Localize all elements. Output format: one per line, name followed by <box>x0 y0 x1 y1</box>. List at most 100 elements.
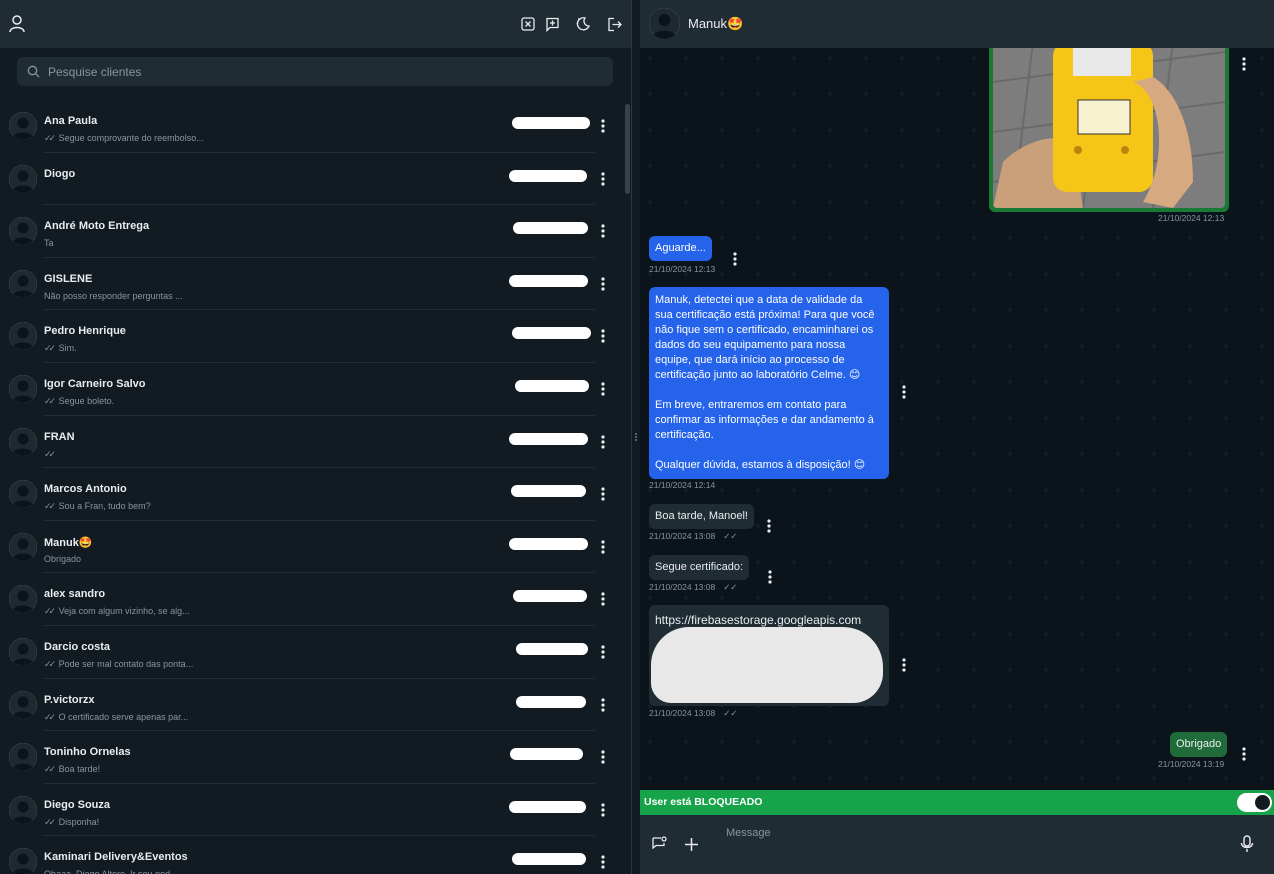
user-icon[interactable] <box>7 14 27 34</box>
message-timestamp: 21/10/2024 13:08 ✓✓ <box>649 582 738 592</box>
chat-list-scrollbar[interactable] <box>625 104 630 194</box>
message-menu-icon[interactable] <box>898 384 910 400</box>
message-bubble[interactable]: Segue certificado: <box>649 555 750 580</box>
message-bubble-outgoing[interactable]: Aguarde... <box>649 236 712 261</box>
microphone-icon[interactable] <box>1237 834 1257 854</box>
image-message[interactable] <box>989 48 1229 212</box>
chat-list-item[interactable]: alex sandro ✓✓ Veja com algum vizinho, s… <box>0 573 622 626</box>
theme-icon[interactable] <box>573 14 593 34</box>
message-link[interactable]: https://firebasestorage.googleapis.com <box>655 613 861 627</box>
message-bubble-outgoing[interactable]: Manuk, detectei que a data de validade d… <box>649 287 889 479</box>
chat-menu-icon[interactable] <box>597 697 609 713</box>
chat-list-item[interactable]: Igor Carneiro Salvo ✓✓ Segue boleto. <box>0 363 622 416</box>
double-check-icon: ✓✓ <box>44 501 56 512</box>
message-input[interactable] <box>718 825 1216 865</box>
chat-list-item[interactable]: GISLENE Não posso responder perguntas ..… <box>0 258 622 311</box>
quick-reply-icon[interactable] <box>649 834 669 854</box>
new-chat-icon[interactable] <box>542 14 562 34</box>
chat-menu-icon[interactable] <box>597 591 609 607</box>
chat-menu-icon[interactable] <box>597 644 609 660</box>
double-check-icon: ✓✓ <box>723 531 738 541</box>
block-toggle[interactable] <box>1237 793 1272 812</box>
message-text: Aguarde... <box>655 242 706 254</box>
chat-menu-icon[interactable] <box>597 223 609 239</box>
chat-name: Igor Carneiro Salvo <box>44 377 146 390</box>
link-message[interactable]: https://firebasestorage.googleapis.com <box>649 605 889 706</box>
search-input[interactable] <box>48 64 588 79</box>
plus-icon[interactable] <box>681 834 701 854</box>
redaction-mark <box>513 222 588 235</box>
chat-preview: ✓✓ Segue boleto. <box>44 395 115 406</box>
chat-name: André Moto Entrega <box>44 220 150 233</box>
chat-list-panel: Ana Paula ✓✓ Segue comprovante do reembo… <box>0 0 631 874</box>
chat-preview: ✓✓ Boa tarde! <box>44 764 101 775</box>
double-check-icon: ✓✓ <box>44 395 56 406</box>
chat-list: Ana Paula ✓✓ Segue comprovante do reembo… <box>0 100 622 874</box>
chat-list-item[interactable]: Diogo <box>0 153 622 206</box>
chat-list-item[interactable]: Ana Paula ✓✓ Segue comprovante do reembo… <box>0 100 622 153</box>
chat-menu-icon[interactable] <box>597 276 609 292</box>
chat-menu-icon[interactable] <box>597 381 609 397</box>
message-menu-icon[interactable] <box>729 251 741 267</box>
chat-name: alex sandro <box>44 588 106 601</box>
message-paragraph: Qualquer dúvida, estamos à disposição! 😊 <box>655 459 866 471</box>
avatar <box>9 690 37 719</box>
message-menu-icon[interactable] <box>763 518 775 534</box>
panel-splitter[interactable] <box>631 0 640 874</box>
message-text: Segue certificado: <box>655 561 744 573</box>
message-paragraph: Manuk, detectei que a data de validade d… <box>655 294 875 381</box>
contact-avatar[interactable] <box>649 8 680 39</box>
logout-icon[interactable] <box>605 14 625 34</box>
chat-name: Kaminari Delivery&Eventos <box>44 851 188 864</box>
avatar <box>9 164 37 193</box>
close-square-icon[interactable] <box>518 14 538 34</box>
avatar <box>9 112 37 140</box>
message-menu-icon[interactable] <box>1238 56 1250 72</box>
chat-list-item[interactable]: Toninho Ornelas ✓✓ Boa tarde! <box>0 731 622 784</box>
message-menu-icon[interactable] <box>764 569 776 585</box>
chat-list-item[interactable]: André Moto Entrega Ta <box>0 205 622 258</box>
message-bubble-incoming[interactable]: Obrigado <box>1170 732 1228 757</box>
avatar <box>9 269 37 298</box>
redaction-mark <box>515 379 589 392</box>
chat-menu-icon[interactable] <box>597 328 609 344</box>
chat-list-item[interactable]: Manuk🤩 Obrigado <box>0 521 622 574</box>
chat-list-item[interactable]: P.victorzx ✓✓ O certificado serve apenas… <box>0 679 622 732</box>
chat-name: Toninho Ornelas <box>44 746 131 759</box>
chat-menu-icon[interactable] <box>597 854 609 870</box>
chat-name: Ana Paula <box>44 115 98 127</box>
message-timestamp: 21/10/2024 12:13 <box>1158 213 1225 223</box>
message-timestamp: 21/10/2024 12:14 <box>649 480 716 490</box>
redaction-mark <box>510 748 583 761</box>
chat-menu-icon[interactable] <box>597 539 609 555</box>
redaction-mark <box>651 627 883 703</box>
chat-menu-icon[interactable] <box>597 171 609 187</box>
double-check-icon: ✓✓ <box>44 133 56 143</box>
avatar <box>9 322 37 351</box>
chat-preview: Não posso responder perguntas ... <box>44 290 183 301</box>
chat-menu-icon[interactable] <box>597 118 609 134</box>
chat-preview: Obrigado <box>44 553 82 564</box>
chat-list-item[interactable]: Pedro Henrique ✓✓ Sim. <box>0 310 622 363</box>
chat-list-item[interactable]: Marcos Antonio ✓✓ Sou a Fran, tudo bem? <box>0 468 622 521</box>
chat-menu-icon[interactable] <box>597 486 609 502</box>
avatar <box>9 585 37 614</box>
search-icon <box>27 65 40 78</box>
avatar <box>9 427 37 456</box>
chat-list-item[interactable]: FRAN ✓✓ <box>0 416 622 469</box>
chat-menu-icon[interactable] <box>597 434 609 450</box>
message-bubble[interactable]: Boa tarde, Manoel! <box>649 504 754 529</box>
chat-preview: ✓✓ O certificado serve apenas par... <box>44 711 189 722</box>
contact-name[interactable]: Manuk🤩 <box>688 16 743 32</box>
chat-menu-icon[interactable] <box>597 749 609 765</box>
message-menu-icon[interactable] <box>898 657 910 673</box>
message-photo[interactable] <box>993 48 1225 208</box>
app-root: Ana Paula ✓✓ Segue comprovante do reembo… <box>0 0 1274 874</box>
chat-list-item[interactable]: Diego Souza ✓✓ Disponha! <box>0 784 622 837</box>
chat-menu-icon[interactable] <box>597 802 609 818</box>
message-menu-icon[interactable] <box>1238 746 1250 762</box>
chat-list-item[interactable]: Darcio costa ✓✓ Pode ser mal contato das… <box>0 626 622 679</box>
chat-list-item[interactable]: Kaminari Delivery&Eventos Obaaa, Diogo A… <box>0 836 622 874</box>
blocked-banner: User está BLOQUEADO <box>640 790 1274 815</box>
message-text: Boa tarde, Manoel! <box>655 510 748 522</box>
